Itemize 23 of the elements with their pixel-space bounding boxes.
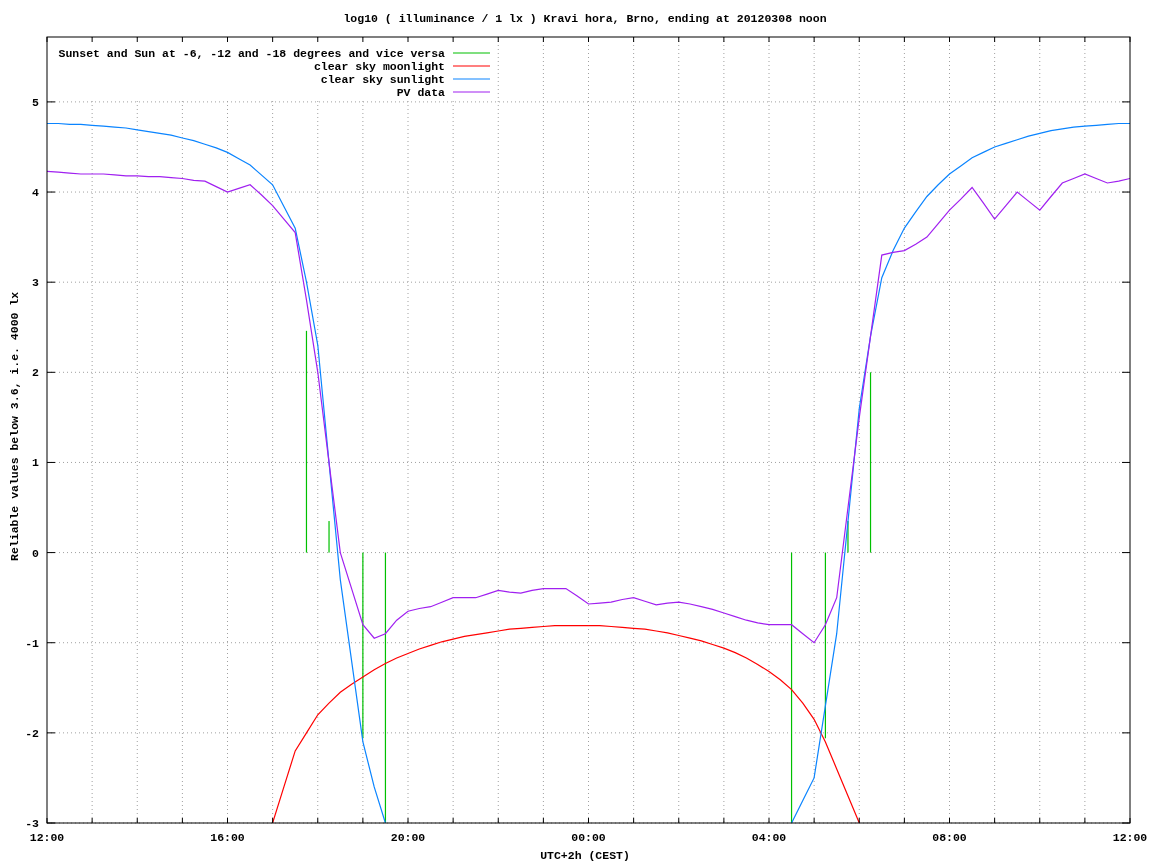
y-tick-label: -3 [25, 817, 39, 830]
legend-label: Sunset and Sun at -6, -12 and -18 degrees and vice versa [58, 47, 445, 60]
x-tick-label: 12:00 [29, 831, 65, 844]
y-tick-label: -2 [25, 726, 39, 740]
x-tick-label: 04:00 [751, 831, 787, 844]
legend-label: PV data [396, 86, 445, 99]
y-tick-label: 5 [32, 95, 39, 109]
y-tick-label: 4 [32, 186, 39, 200]
x-tick-label: 20:00 [390, 831, 426, 844]
x-tick-label: 08:00 [932, 831, 967, 844]
y-tick-label: 3 [32, 276, 39, 290]
x-axis-title: UTC+2h (CEST) [540, 849, 630, 862]
x-tick-label: 16:00 [210, 831, 245, 844]
y-tick-label: 2 [32, 366, 39, 380]
y-tick-label: 0 [32, 546, 39, 560]
x-tick-label: 12:00 [1112, 831, 1148, 844]
x-tick-label: 00:00 [571, 831, 606, 844]
chart-title: log10 ( illuminance / 1 lx ) Kravi hora, Brno, ending at 20120308 noon [343, 12, 827, 25]
y-tick-label: 1 [32, 456, 39, 470]
legend-label: clear sky moonlight [313, 60, 445, 73]
y-axis-title: Reliable values below 3.6, i.e. 4000 lx [8, 291, 21, 561]
y-tick-label: -1 [25, 636, 39, 650]
legend-label: clear sky sunlight [320, 73, 445, 86]
